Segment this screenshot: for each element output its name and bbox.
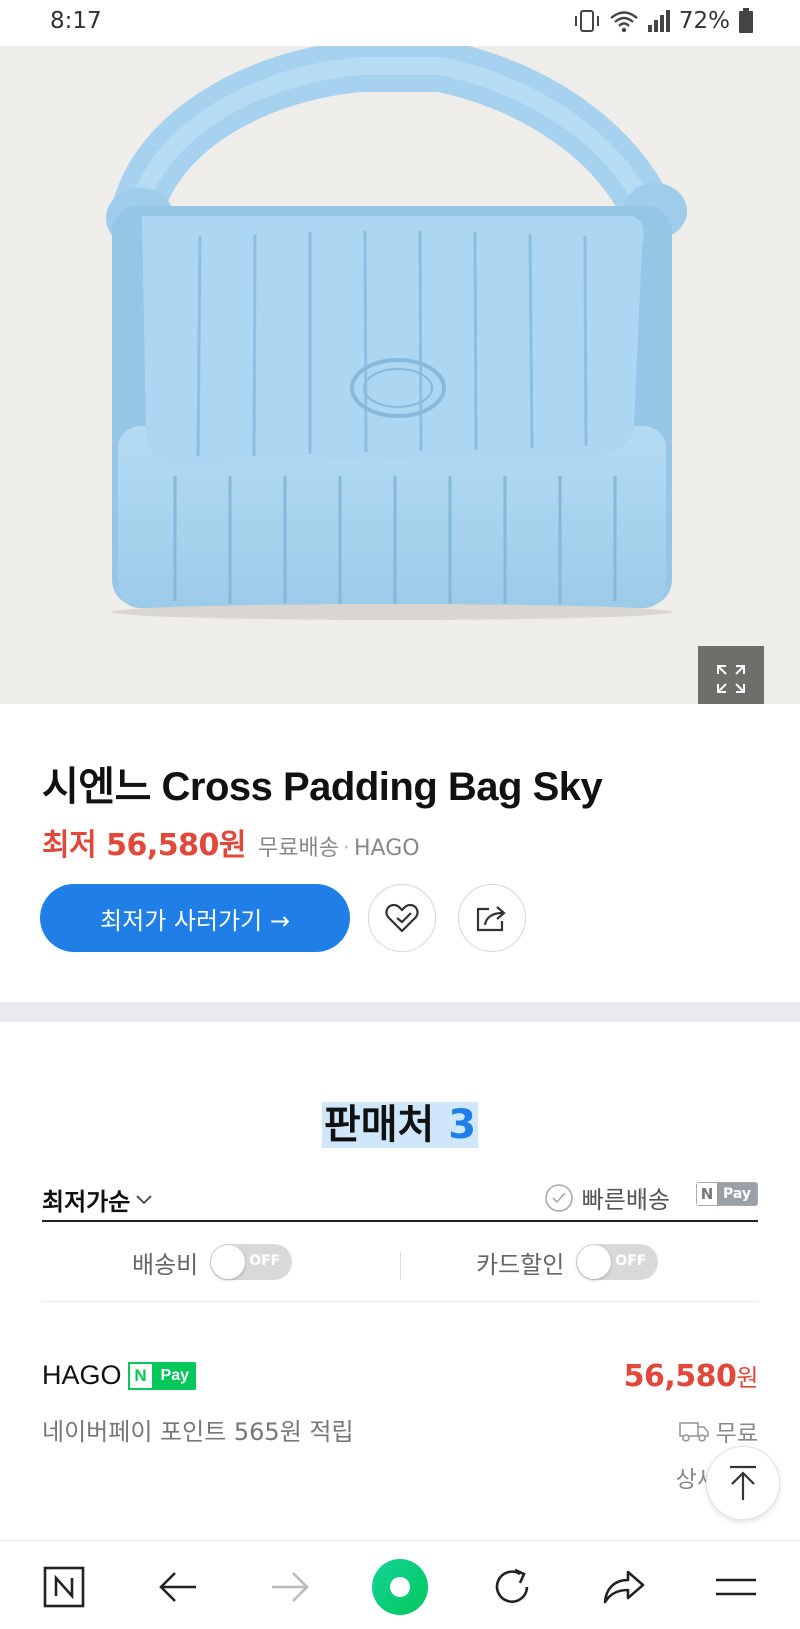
naver-home-button[interactable]: [34, 1557, 94, 1617]
lowest-price: 최저 56,580원: [42, 828, 247, 863]
seller-row[interactable]: HAGO N Pay 네이버페이 포인트 565원 적립 56,580원 무료 …: [42, 1352, 759, 1493]
toggle-knob: [211, 1245, 246, 1279]
product-title: 시엔느 Cross Padding Bag Sky: [42, 765, 603, 809]
npay-filter-label: Pay: [722, 1186, 751, 1202]
buy-lowest-button[interactable]: 최저가 사러가기 →: [40, 884, 350, 952]
share-arrow-icon: [603, 1570, 645, 1604]
seller-info[interactable]: HAGO: [354, 836, 420, 861]
seller-price[interactable]: 56,580원: [623, 1358, 759, 1394]
filter-divider: [400, 1252, 401, 1280]
scroll-top-button[interactable]: [706, 1446, 780, 1520]
npay-badge-label: Pay: [160, 1366, 189, 1384]
wifi-icon: [610, 11, 638, 33]
seller-name-text: HAGO: [42, 1360, 122, 1390]
status-time: 8:17: [50, 8, 102, 34]
shipping-fee-filter[interactable]: 배송비 OFF: [132, 1244, 293, 1280]
price-meta: 무료배송 · HAGO: [258, 830, 420, 862]
back-icon: [159, 1572, 196, 1602]
card-discount-toggle[interactable]: OFF: [576, 1244, 659, 1280]
green-dot-button[interactable]: [370, 1557, 430, 1617]
naver-home-icon: [43, 1566, 85, 1608]
bottom-nav: [0, 1540, 800, 1629]
back-button[interactable]: [148, 1557, 208, 1617]
card-discount-filter[interactable]: 카드할인 OFF: [476, 1244, 659, 1280]
section-divider: [0, 1002, 800, 1022]
sellers-title-label: 판매처: [323, 1102, 435, 1148]
expand-icon: [717, 665, 745, 693]
forward-button[interactable]: [260, 1557, 320, 1617]
refresh-icon: [495, 1568, 529, 1603]
toggle-knob: [577, 1245, 612, 1279]
menu-icon: [716, 1578, 756, 1596]
card-discount-label: 카드할인: [476, 1250, 565, 1279]
heart-icon: [385, 903, 419, 933]
sellers-count: 3: [448, 1102, 477, 1148]
price-row: 최저 56,580원 무료배송 · HAGO: [42, 820, 420, 864]
share-button[interactable]: [458, 884, 526, 952]
status-bar: 8:17 72%: [0, 0, 800, 46]
seller-shipping: 무료: [678, 1414, 758, 1448]
wishlist-button[interactable]: [368, 884, 436, 952]
check-circle-icon: [544, 1183, 573, 1212]
product-image[interactable]: [0, 46, 800, 704]
green-dot-icon: [372, 1559, 428, 1615]
toggle-state: OFF: [615, 1253, 647, 1269]
sort-row: 최저가순 빠른배송 N Pay: [42, 1178, 758, 1222]
fast-shipping-label: 빠른배송: [581, 1186, 670, 1214]
share-arrow-button[interactable]: [594, 1557, 654, 1617]
shipping-info: 무료배송: [258, 836, 339, 861]
bag-illustration: [0, 46, 800, 704]
fast-shipping-filter[interactable]: 빠른배송: [544, 1180, 670, 1215]
truck-icon: [678, 1422, 709, 1442]
seller-name[interactable]: HAGO N Pay: [42, 1360, 196, 1391]
share-icon: [476, 906, 506, 932]
vibrate-icon: [574, 10, 599, 32]
sort-dropdown[interactable]: 최저가순: [42, 1182, 153, 1217]
filter-row: 배송비 OFF 카드할인 OFF: [42, 1240, 758, 1302]
product-info: 시엔느 Cross Padding Bag Sky 최저 56,580원 무료배…: [0, 704, 800, 1002]
sort-label: 최저가순: [42, 1188, 131, 1216]
shipping-fee-toggle[interactable]: OFF: [210, 1244, 293, 1280]
npay-n-icon: N: [127, 1361, 154, 1390]
toggle-state: OFF: [249, 1253, 281, 1269]
battery-percent: 72%: [678, 8, 730, 34]
meta-dot: ·: [342, 836, 350, 861]
seller-price-value: 56,580: [623, 1359, 737, 1394]
arrow-up-icon: [730, 1465, 756, 1500]
seller-shipping-text: 무료: [715, 1421, 758, 1447]
npay-n-icon: N: [696, 1183, 717, 1205]
signal-icon: [647, 10, 670, 32]
refresh-button[interactable]: [482, 1557, 542, 1617]
battery-icon: [739, 8, 753, 33]
seller-price-unit: 원: [736, 1364, 758, 1392]
shipping-fee-label: 배송비: [132, 1250, 199, 1279]
sellers-section: 판매처 3 최저가순 빠른배송 N Pay 배송비 OFF 카드할인 OFF H…: [0, 1022, 800, 1542]
status-icons: 72%: [573, 8, 754, 34]
expand-image-button[interactable]: [698, 646, 764, 704]
menu-button[interactable]: [706, 1557, 766, 1617]
sellers-title-highlight: 판매처 3: [321, 1102, 479, 1148]
sellers-title: 판매처 3: [0, 1092, 800, 1150]
seller-point: 네이버페이 포인트 565원 적립: [42, 1418, 354, 1446]
forward-icon: [272, 1572, 309, 1602]
filter-separator: [641, 1188, 642, 1208]
npay-filter[interactable]: N Pay: [695, 1182, 758, 1206]
chevron-down-icon: [136, 1194, 153, 1204]
npay-badge: N Pay: [127, 1361, 196, 1390]
